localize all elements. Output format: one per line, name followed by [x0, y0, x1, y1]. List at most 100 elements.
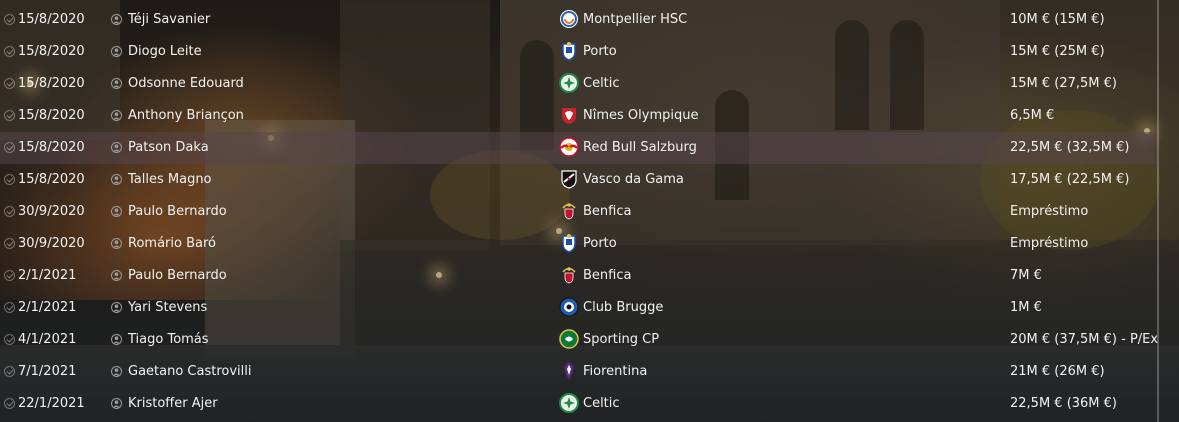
montpellier-crest-icon: [559, 9, 579, 29]
player-name-link[interactable]: Odsonne Edouard: [128, 76, 244, 92]
player-name-link[interactable]: Kristoffer Ajer: [128, 396, 218, 412]
transfer-date: 15/8/2020: [18, 12, 85, 27]
club-name-link[interactable]: Porto: [583, 44, 617, 60]
table-row[interactable]: 22/1/2021 Kristoffer Ajer Celtic 22,5M € (3…: [0, 388, 1157, 420]
club-name-link[interactable]: Red Bull Salzburg: [583, 140, 697, 156]
celtic-crest-icon: [559, 393, 579, 413]
club-name-link[interactable]: Club Brugge: [583, 300, 663, 316]
player-name-link[interactable]: Anthony Briançon: [128, 108, 244, 124]
table-row[interactable]: 30/9/2020 Paulo Bernardo Benfica Empréstimo: [0, 196, 1157, 228]
transfer-fee: 20M € (37,5M €) - P/Ex: [1010, 332, 1159, 347]
transfer-fee: 10M € (15M €): [1010, 12, 1105, 27]
transfer-date: 15/8/2020: [18, 44, 85, 59]
player-name-link[interactable]: Tiago Tomás: [128, 332, 209, 348]
checkmark-icon[interactable]: [4, 238, 15, 249]
checkmark-icon[interactable]: [4, 366, 15, 377]
transfer-date: 30/9/2020: [18, 204, 85, 219]
transfer-fee: 15M € (27,5M €): [1010, 76, 1118, 91]
table-row[interactable]: 15/8/2020 Téji Savanier Montpellier HSC 10M…: [0, 4, 1157, 36]
table-row[interactable]: 7/1/2021 Gaetano Castrovilli Fiorentina 21M…: [0, 356, 1157, 388]
club-name-link[interactable]: Sporting CP: [583, 332, 659, 348]
transfer-fee: 17,5M € (22,5M €): [1010, 172, 1130, 187]
benfica-crest-icon: [559, 201, 579, 221]
table-row[interactable]: 15/8/2020 Talles Magno Vasco da Gama 17,5M …: [0, 164, 1157, 196]
player-name-link[interactable]: Diogo Leite: [128, 44, 202, 60]
vertical-scrollbar[interactable]: [1157, 0, 1159, 422]
checkmark-icon[interactable]: [4, 14, 15, 25]
player-name-link[interactable]: Paulo Bernardo: [128, 268, 227, 284]
person-icon: [111, 78, 122, 90]
club-name-link[interactable]: Nîmes Olympique: [583, 108, 698, 124]
table-row[interactable]: 15/8/2020 Diogo Leite Porto 15M € (25M €): [0, 36, 1157, 68]
fiorentina-crest-icon: [559, 361, 579, 381]
transfer-date: 22/1/2021: [18, 396, 85, 411]
transfer-fee: 6,5M €: [1010, 108, 1055, 123]
transfer-fee: 7M €: [1010, 268, 1042, 283]
checkmark-icon[interactable]: [4, 302, 15, 313]
transfer-date: 30/9/2020: [18, 236, 85, 251]
person-icon: [111, 14, 122, 26]
transfer-fee: 22,5M € (32,5M €): [1010, 140, 1130, 155]
transfer-fee: 15M € (25M €): [1010, 44, 1105, 59]
player-name-link[interactable]: Romário Baró: [128, 236, 216, 252]
table-row[interactable]: 15/8/2020 Odsonne Edouard Celtic 15M € (27,…: [0, 68, 1157, 100]
player-name-link[interactable]: Yari Stevens: [128, 300, 207, 316]
person-icon: [111, 270, 122, 282]
table-row[interactable]: 15/8/2020 Patson Daka Red Bull Salzburg 22,…: [0, 132, 1157, 164]
transfer-date: 2/1/2021: [18, 300, 77, 315]
person-icon: [111, 110, 122, 122]
person-icon: [111, 142, 122, 154]
person-icon: [111, 302, 122, 314]
checkmark-icon[interactable]: [4, 142, 15, 153]
club-name-link[interactable]: Benfica: [583, 204, 631, 220]
club-name-link[interactable]: Celtic: [583, 76, 620, 92]
transfer-history-table: 15/8/2020 Téji Savanier Montpellier HSC 10M…: [0, 4, 1159, 420]
person-icon: [111, 46, 122, 58]
porto-crest-icon: [559, 233, 579, 253]
celtic-crest-icon: [559, 73, 579, 93]
checkmark-icon[interactable]: [4, 398, 15, 409]
club-name-link[interactable]: Porto: [583, 236, 617, 252]
checkmark-icon[interactable]: [4, 206, 15, 217]
porto-crest-icon: [559, 41, 579, 61]
player-name-link[interactable]: Patson Daka: [128, 140, 209, 156]
sporting-crest-icon: [559, 329, 579, 349]
person-icon: [111, 174, 122, 186]
transfer-fee: 21M € (26M €): [1010, 364, 1105, 379]
transfer-date: 15/8/2020: [18, 76, 85, 91]
transfer-date: 2/1/2021: [18, 268, 77, 283]
checkmark-icon[interactable]: [4, 110, 15, 121]
club-name-link[interactable]: Benfica: [583, 268, 631, 284]
checkmark-icon[interactable]: [4, 78, 15, 89]
checkmark-icon[interactable]: [4, 270, 15, 281]
table-row[interactable]: 4/1/2021 Tiago Tomás Sporting CP 20M € (37,…: [0, 324, 1159, 356]
transfer-date: 7/1/2021: [18, 364, 77, 379]
transfer-fee: 22,5M € (36M €): [1010, 396, 1118, 411]
person-icon: [111, 238, 122, 250]
transfer-date: 15/8/2020: [18, 108, 85, 123]
player-name-link[interactable]: Talles Magno: [128, 172, 212, 188]
nimes-crest-icon: [559, 105, 579, 125]
player-name-link[interactable]: Téji Savanier: [128, 12, 210, 28]
checkmark-icon[interactable]: [4, 46, 15, 57]
checkmark-icon[interactable]: [4, 174, 15, 185]
table-row[interactable]: 15/8/2020 Anthony Briançon Nîmes Olympique…: [0, 100, 1157, 132]
table-row[interactable]: 2/1/2021 Paulo Bernardo Benfica 7M €: [0, 260, 1157, 292]
table-row[interactable]: 2/1/2021 Yari Stevens Club Brugge 1M €: [0, 292, 1157, 324]
club-name-link[interactable]: Montpellier HSC: [583, 12, 687, 28]
person-icon: [111, 206, 122, 218]
transfer-date: 15/8/2020: [18, 172, 85, 187]
transfer-date: 15/8/2020: [18, 140, 85, 155]
vasco-crest-icon: [559, 169, 579, 189]
player-name-link[interactable]: Paulo Bernardo: [128, 204, 227, 220]
person-icon: [111, 398, 122, 410]
player-name-link[interactable]: Gaetano Castrovilli: [128, 364, 252, 380]
transfer-fee: Empréstimo: [1010, 204, 1089, 219]
table-row[interactable]: 30/9/2020 Romário Baró Porto Empréstimo: [0, 228, 1157, 260]
club-name-link[interactable]: Celtic: [583, 396, 620, 412]
salzburg-crest-icon: [559, 137, 579, 157]
person-icon: [111, 334, 122, 346]
club-name-link[interactable]: Vasco da Gama: [583, 172, 684, 188]
club-name-link[interactable]: Fiorentina: [583, 364, 647, 380]
checkmark-icon[interactable]: [4, 334, 15, 345]
